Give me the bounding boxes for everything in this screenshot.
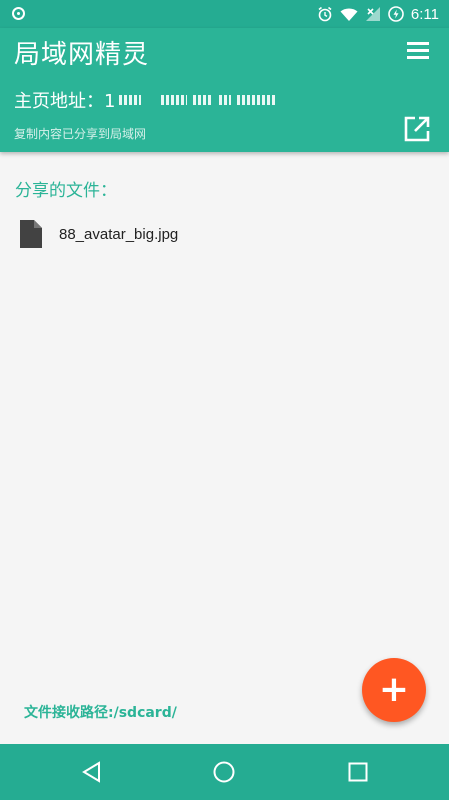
back-icon[interactable] [80, 760, 104, 784]
recents-icon[interactable] [346, 760, 370, 784]
status-bar: 6:11 [0, 0, 449, 28]
receive-path: 文件接收路径:/sdcard/ [24, 705, 177, 721]
home-icon[interactable] [212, 760, 236, 784]
copy-hint: 复制内容已分享到局域网 [14, 127, 147, 141]
list-item[interactable]: 88_avatar_big.jpg [20, 220, 178, 248]
add-button[interactable]: + [362, 658, 426, 722]
main-content: 分享的文件： 88_avatar_big.jpg + 文件接收路径:/sdcar… [0, 152, 449, 744]
file-icon [20, 220, 42, 248]
open-in-new-icon[interactable] [403, 115, 431, 143]
wifi-icon [340, 8, 358, 21]
app-title: 局域网精灵 [14, 40, 150, 70]
file-name: 88_avatar_big.jpg [59, 225, 179, 243]
signal-icon [365, 7, 380, 21]
shared-files-title: 分享的文件： [15, 181, 117, 201]
status-icons: 6:11 [317, 0, 439, 28]
battery-icon [388, 6, 404, 22]
app-bar: 局域网精灵 主页地址：1 复制内容已分享到局域网 [0, 28, 449, 152]
notification-icon [12, 7, 25, 20]
alarm-icon [318, 6, 332, 22]
clock: 6:11 [410, 5, 439, 23]
navigation-bar [0, 744, 449, 800]
home-address-label: 主页地址：1 [14, 91, 116, 112]
menu-icon[interactable] [407, 42, 431, 62]
home-address: 主页地址：1 [14, 87, 278, 113]
redacted-address [119, 95, 278, 105]
